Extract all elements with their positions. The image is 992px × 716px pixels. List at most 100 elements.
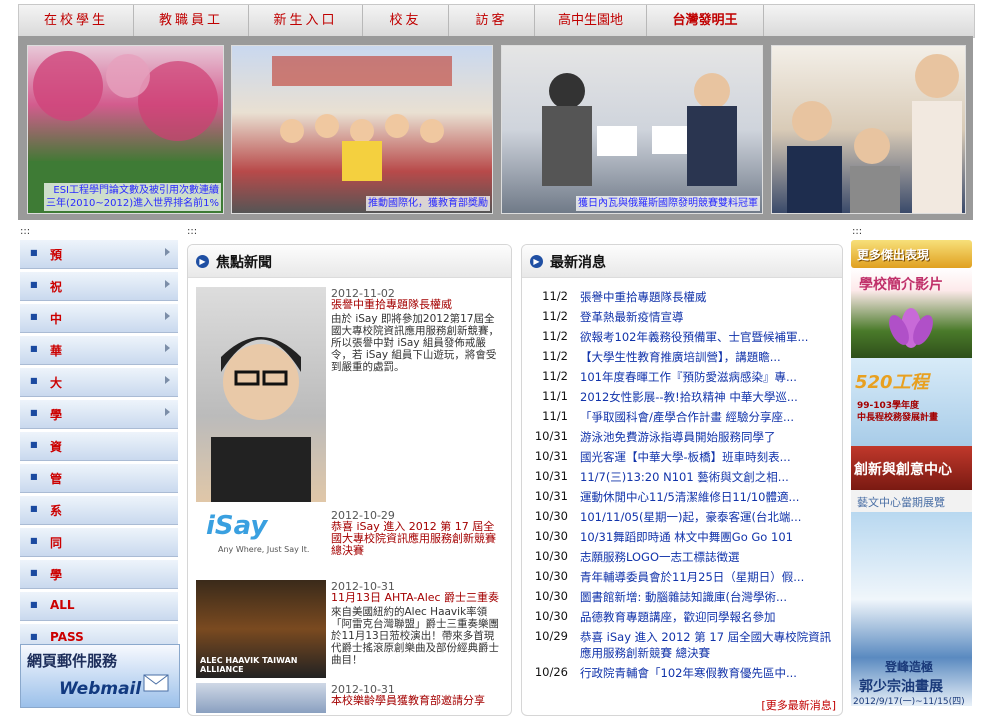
- banner-photo-students[interactable]: [771, 45, 966, 214]
- left-nav-item-10[interactable]: ■ 學: [20, 560, 178, 589]
- art-exhibition-poster[interactable]: 登峰造極 郭少宗油畫展 2012/9/17(一)~11/15(四): [851, 512, 972, 706]
- bullet-icon: ■: [30, 344, 38, 353]
- bullet-icon: ■: [30, 600, 38, 609]
- latest-news-date: 11/2: [542, 309, 568, 323]
- tab-freshmen[interactable]: 新生入口: [249, 5, 363, 37]
- bullet-icon: ■: [30, 472, 38, 481]
- left-nav-label: 中: [50, 312, 63, 326]
- photo-banner: ESI工程學門論文數及被引用次數連續 三年(2010~2012)進入世界排名前1…: [18, 36, 973, 220]
- left-nav-item-1[interactable]: ■ 祝: [20, 272, 178, 301]
- banner-caption-esi: ESI工程學門論文數及被引用次數連續 三年(2010~2012)進入世界排名前1…: [44, 183, 221, 211]
- left-nav-item-4[interactable]: ■ 大: [20, 368, 178, 397]
- focus-news-item[interactable]: 2012-10-31 本校樂齡學員獲教育部邀請分享: [196, 683, 501, 713]
- latest-news-title[interactable]: 圖書館新增: 動腦雜誌知識庫(台灣學術...: [580, 589, 840, 605]
- arrow-right-icon: [165, 376, 170, 384]
- lotus-flower-icon: [889, 308, 933, 348]
- latest-news-title[interactable]: 2012女性影展--教!拾玖精神 中華大學巡...: [580, 389, 840, 405]
- latest-news-title[interactable]: 游泳池免費游泳指導員開始服務同學了: [580, 429, 840, 445]
- webmail-title: 網頁郵件服務: [27, 652, 118, 670]
- portrait-illustration: [211, 337, 311, 502]
- news-title[interactable]: 本校樂齡學員獲教育部邀請分享: [331, 695, 501, 707]
- latest-news-date: 11/2: [542, 349, 568, 363]
- project-520-title: 520工程: [855, 372, 929, 393]
- section-dots-right: :::: [852, 226, 863, 237]
- latest-news-title[interactable]: 101年度春暉工作『預防愛滋病感染』專...: [580, 369, 840, 385]
- banner-photo-campus[interactable]: ESI工程學門論文數及被引用次數連續 三年(2010~2012)進入世界排名前1…: [27, 45, 224, 214]
- left-nav-label: 大: [50, 376, 63, 390]
- news-body: 由於 iSay 即將參加2012第17屆全國大專校院資訊應用服務創新競賽，所以張…: [331, 313, 499, 373]
- more-achievements-label: 更多傑出表現: [857, 248, 930, 262]
- jazz-photo-caption: ALEC HAAVIK TAIWAN ALLIANCE: [200, 656, 298, 674]
- tab-highschool[interactable]: 高中生園地: [535, 5, 647, 37]
- left-nav-item-5[interactable]: ■ 學: [20, 400, 178, 429]
- left-nav-item-9[interactable]: ■ 同: [20, 528, 178, 557]
- arrow-right-icon: [165, 248, 170, 256]
- latest-news-date: 10/29: [534, 629, 568, 643]
- latest-news-title[interactable]: 恭喜 iSay 進入 2012 第 17 屆全國大專校院資訊應用服務創新競賽 總…: [580, 629, 840, 661]
- latest-news-date: 10/31: [534, 429, 568, 443]
- focus-news-item[interactable]: ALEC HAAVIK TAIWAN ALLIANCE 2012-10-31 1…: [196, 580, 501, 678]
- more-achievements-button[interactable]: 更多傑出表現: [851, 240, 972, 268]
- left-nav-item-8[interactable]: ■ 系: [20, 496, 178, 525]
- banner-photo-international[interactable]: 推動國際化，獲教育部獎勵: [231, 45, 493, 214]
- latest-news-title[interactable]: 運動休閒中心11/5清潔維修日11/10體適...: [580, 489, 840, 505]
- bullet-icon: ■: [30, 312, 38, 321]
- group-photo-illustration: [272, 56, 452, 181]
- more-news-link[interactable]: [更多最新消息]: [761, 697, 836, 713]
- latest-news-title[interactable]: 10/31舞蹈即時通 林文中舞團Go Go 101: [580, 529, 840, 545]
- left-nav-label: 華: [50, 344, 63, 358]
- tab-alumni[interactable]: 校友: [363, 5, 449, 37]
- latest-news-date: 11/1: [542, 409, 568, 423]
- school-video-link[interactable]: 學校簡介影片: [851, 268, 972, 358]
- focus-news-item[interactable]: iSay Any Where, Just Say It. 2012-10-29 …: [196, 509, 501, 571]
- project-520-link[interactable]: 520工程 99-103學年度 中長程校務發展計畫: [851, 358, 972, 446]
- arrow-right-icon: [165, 312, 170, 320]
- latest-news-title[interactable]: 國光客運【中華大學-板橋】班車時刻表...: [580, 449, 840, 465]
- latest-news-title[interactable]: 志願服務LOGO一志工標誌徵選: [580, 549, 840, 565]
- tab-invention-king[interactable]: 台灣發明王: [647, 5, 764, 37]
- left-nav-item-6[interactable]: ■ 資: [20, 432, 178, 461]
- latest-news-title: 最新消息: [550, 255, 606, 271]
- latest-news-title[interactable]: 品德教育專題講座，歡迎同學報名參加: [580, 609, 840, 625]
- focus-news-item[interactable]: 2012-11-02 張譽中重拾專題隊長權威 由於 iSay 即將參加2012第…: [196, 287, 501, 502]
- left-nav-item-3[interactable]: ■ 華: [20, 336, 178, 365]
- latest-news-date: 10/30: [534, 549, 568, 563]
- tab-students[interactable]: 在校學生: [19, 5, 134, 37]
- left-navigation: ■ 預 ■ 祝 ■ 中 ■ 華 ■ 大 ■ 學 ■ 資 ■ 管 ■ 系 ■ 同 ■ 學 ■ ALL ■ P…: [20, 240, 178, 656]
- bullet-icon: ■: [30, 504, 38, 513]
- latest-news-title[interactable]: 張譽中重拾專題隊長權威: [580, 289, 840, 305]
- bullet-icon: ■: [30, 568, 38, 577]
- isay-slogan: Any Where, Just Say It.: [218, 545, 310, 554]
- tab-visitors[interactable]: 訪客: [449, 5, 535, 37]
- latest-news-title[interactable]: 登革熱最新疫情宣導: [580, 309, 840, 325]
- latest-news-date: 10/30: [534, 529, 568, 543]
- left-nav-item-2[interactable]: ■ 中: [20, 304, 178, 333]
- latest-news-title[interactable]: 行政院青輔會「102年寒假教育優先區中...: [580, 665, 840, 681]
- webmail-link[interactable]: 網頁郵件服務 Webmail: [20, 644, 180, 708]
- tab-staff[interactable]: 教職員工: [134, 5, 249, 37]
- news-title[interactable]: 恭喜 iSay 進入 2012 第 17 屆全國大專校院資訊應用服務創新競賽 總…: [331, 521, 501, 557]
- left-nav-item-7[interactable]: ■ 管: [20, 464, 178, 493]
- focus-news-title: 焦點新聞: [216, 255, 272, 271]
- latest-news-title[interactable]: 101/11/05(星期一)起，豪泰客運(台北端...: [580, 509, 840, 525]
- news-title[interactable]: 11月13日 AHTA-Alec 爵士三重奏: [331, 592, 501, 604]
- left-nav-label: 學: [50, 568, 63, 582]
- latest-news-title[interactable]: 「爭取國科會/產學合作計畫 經驗分享座...: [580, 409, 840, 425]
- left-nav-item-11[interactable]: ■ ALL: [20, 592, 178, 621]
- innovation-center-label: 創新與創意中心: [854, 462, 952, 478]
- news-title[interactable]: 張譽中重拾專題隊長權威: [331, 299, 501, 311]
- innovation-center-link[interactable]: 創新與創意中心: [851, 446, 972, 490]
- banner-photo-invention[interactable]: 獲日內瓦與俄羅斯國際發明競賽雙料冠軍: [501, 45, 763, 214]
- project-520-subtitle: 99-103學年度 中長程校務發展計畫: [857, 401, 939, 423]
- left-nav-label: 祝: [50, 280, 63, 294]
- latest-news-title[interactable]: 欲報考102年義務役預備軍、士官暨候補軍...: [580, 329, 840, 345]
- latest-news-title[interactable]: 青年輔導委員會於11月25日（星期日）假...: [580, 569, 840, 585]
- left-nav-item-0[interactable]: ■ 預: [20, 240, 178, 269]
- latest-news-date: 10/30: [534, 509, 568, 523]
- art-center-title: 藝文中心當期展覽: [857, 496, 945, 509]
- latest-news-date: 11/2: [542, 329, 568, 343]
- latest-news-date: 10/26: [534, 665, 568, 679]
- latest-news-title[interactable]: 11/7(三)13:20 N101 藝術與文創之相...: [580, 469, 840, 485]
- latest-news-title[interactable]: 【大學生性教育推廣培訓營】，講題瞻...: [580, 349, 840, 365]
- webmail-label: Webmail: [59, 679, 142, 699]
